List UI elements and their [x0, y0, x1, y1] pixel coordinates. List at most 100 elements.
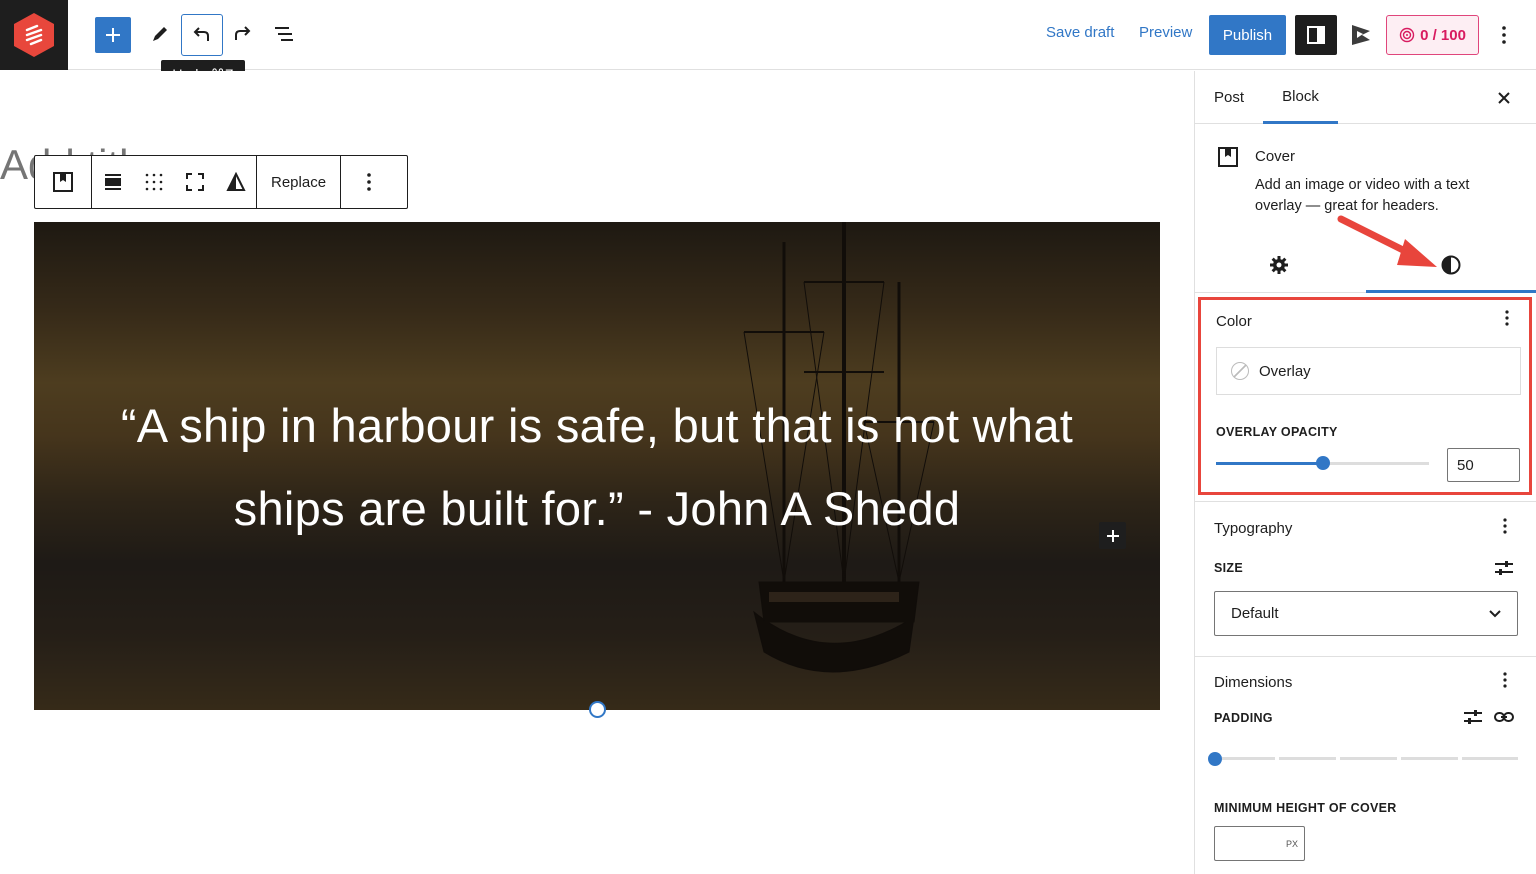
fullscreen-icon: [185, 173, 204, 191]
logo-icon: [14, 13, 54, 57]
replace-group: Replace: [257, 156, 342, 208]
settings-sliders-icon: [1464, 710, 1482, 724]
padding-slider-step: [1222, 757, 1275, 760]
cover-block-icon: [1218, 147, 1238, 167]
plus-icon: [106, 28, 120, 42]
min-height-unit: PX: [1285, 838, 1298, 849]
replace-button[interactable]: Replace: [257, 156, 340, 208]
seo-score-button[interactable]: 0 / 100: [1386, 15, 1479, 55]
preview-button[interactable]: Preview: [1139, 24, 1192, 41]
full-height-button[interactable]: [174, 156, 215, 208]
color-panel-highlight: Color Overlay OVERLAY OPACITY 50: [1198, 297, 1532, 495]
site-logo[interactable]: [0, 0, 68, 70]
styles-tab-indicator: [1366, 290, 1536, 293]
typography-options-button[interactable]: [1495, 518, 1515, 539]
fingerprint-icon: [1399, 27, 1415, 43]
padding-slider-step: [1462, 757, 1518, 760]
divider: [1195, 656, 1536, 657]
settings-sidebar-toggle[interactable]: [1295, 15, 1337, 55]
padding-slider-step: [1401, 757, 1458, 760]
more-vertical-icon: [1503, 518, 1507, 534]
options-menu-button[interactable]: [1492, 22, 1516, 48]
chevron-down-icon: [1489, 609, 1501, 617]
padding-slider-step: [1279, 757, 1336, 760]
tab-block[interactable]: Block: [1263, 71, 1338, 124]
padding-link-toggle[interactable]: [1493, 707, 1515, 732]
tools-button[interactable]: [140, 14, 180, 54]
tab-post[interactable]: Post: [1214, 71, 1244, 124]
pencil-icon: [153, 27, 167, 41]
seo-score-value: 0 / 100: [1420, 26, 1466, 44]
min-height-label: MINIMUM HEIGHT OF COVER: [1214, 801, 1397, 815]
cover-block-icon: [53, 172, 73, 192]
inner-add-block-button[interactable]: [1099, 522, 1126, 549]
block-options-group: [341, 156, 396, 208]
save-draft-button[interactable]: Save draft: [1046, 24, 1114, 41]
publish-button[interactable]: Publish: [1209, 15, 1286, 55]
position-grid-icon: [145, 173, 162, 191]
link-icon: [1494, 712, 1514, 722]
overlay-opacity-slider[interactable]: [1216, 456, 1429, 470]
sidebar-icon: [1307, 26, 1325, 44]
divider: [1195, 501, 1536, 502]
settings-sliders-icon: [1495, 561, 1513, 575]
more-vertical-icon: [1502, 26, 1506, 44]
duotone-button[interactable]: [215, 156, 256, 208]
block-switcher-group: [35, 156, 92, 208]
overlay-opacity-input[interactable]: 50: [1447, 448, 1520, 482]
color-swatch-icon: [1231, 362, 1249, 380]
font-size-label: SIZE: [1214, 561, 1243, 575]
close-icon: [1498, 92, 1510, 104]
add-block-button[interactable]: [95, 17, 131, 53]
plugin-logo-icon: [1352, 25, 1370, 45]
min-height-input[interactable]: PX: [1214, 826, 1305, 861]
dimensions-options-button[interactable]: [1495, 672, 1515, 693]
sidebar-tabs: Post Block: [1195, 71, 1536, 124]
padding-slider-step: [1340, 757, 1397, 760]
overlay-color-button[interactable]: Overlay: [1216, 347, 1521, 395]
font-size-custom-toggle[interactable]: [1493, 558, 1515, 583]
padding-label: PADDING: [1214, 711, 1273, 725]
font-size-select[interactable]: Default: [1214, 591, 1518, 636]
settings-sidebar: Post Block Cover Add an image or video w…: [1194, 71, 1536, 874]
undo-button[interactable]: [181, 14, 223, 56]
more-vertical-icon: [1505, 310, 1509, 326]
padding-slider-thumb[interactable]: [1208, 752, 1222, 766]
redo-button[interactable]: [222, 14, 262, 54]
overlay-opacity-label: OVERLAY OPACITY: [1216, 425, 1338, 439]
typography-panel-heading: Typography: [1214, 520, 1293, 537]
block-card-title: Cover: [1255, 148, 1296, 165]
overlay-label: Overlay: [1259, 362, 1311, 380]
padding-custom-toggle[interactable]: [1462, 707, 1484, 732]
align-button[interactable]: [92, 156, 133, 208]
more-vertical-icon: [1503, 672, 1507, 688]
plus-icon: [1106, 529, 1119, 542]
redo-icon: [235, 26, 251, 40]
gear-icon: [1270, 256, 1288, 274]
close-sidebar-button[interactable]: [1491, 85, 1517, 111]
alignment-group: [92, 156, 257, 208]
overlay-opacity-fill: [1216, 462, 1323, 465]
font-size-value: Default: [1231, 605, 1279, 622]
undo-icon: [193, 27, 209, 41]
annotation-arrow: [1337, 215, 1437, 267]
plugin-button[interactable]: [1341, 15, 1381, 55]
tab-settings[interactable]: [1267, 253, 1291, 282]
color-panel-options-button[interactable]: [1497, 310, 1517, 331]
editor-canvas: Add title Replace: [0, 71, 1194, 874]
block-toolbar: Replace: [34, 155, 408, 209]
block-type-button[interactable]: [35, 156, 91, 208]
cover-quote-text[interactable]: “A ship in harbour is safe, but that is …: [74, 384, 1120, 550]
more-vertical-icon: [366, 173, 371, 191]
align-wide-icon: [104, 174, 121, 190]
block-options-button[interactable]: [341, 156, 396, 208]
list-view-icon: [275, 27, 293, 41]
content-position-button[interactable]: [133, 156, 174, 208]
cover-resize-handle[interactable]: [589, 701, 606, 718]
duotone-icon: [225, 172, 246, 191]
color-panel-heading: Color: [1216, 313, 1252, 330]
dimensions-panel-heading: Dimensions: [1214, 674, 1293, 691]
document-overview-button[interactable]: [264, 14, 304, 54]
cover-block[interactable]: “A ship in harbour is safe, but that is …: [34, 222, 1160, 710]
overlay-opacity-thumb[interactable]: [1315, 456, 1330, 470]
